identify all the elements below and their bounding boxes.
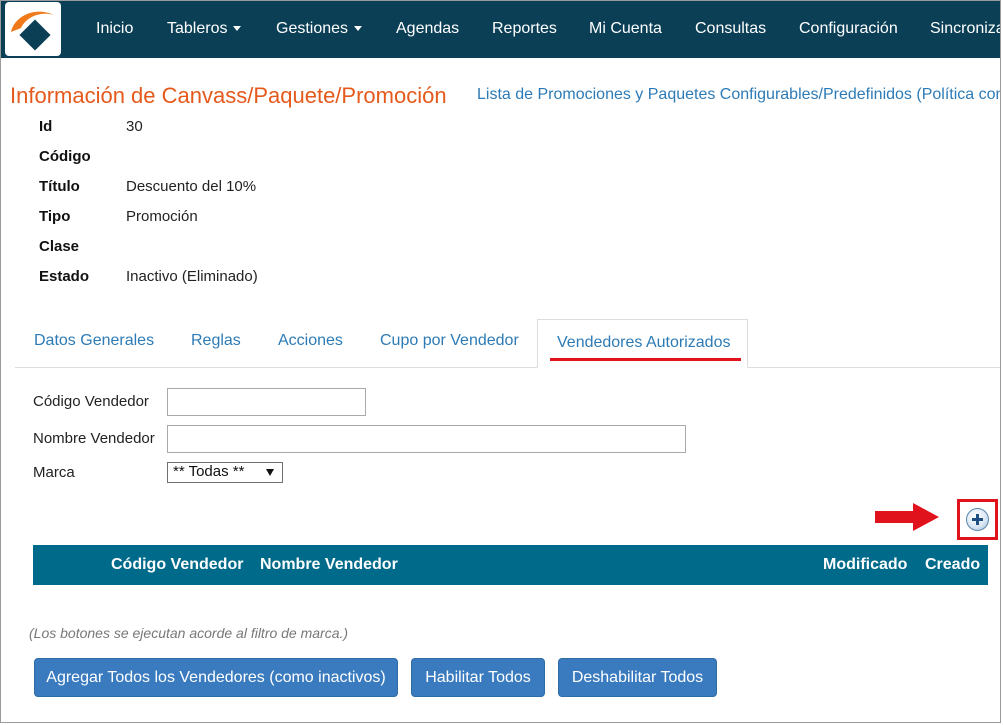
nombre-vendedor-input[interactable] (167, 425, 686, 453)
col-modificado[interactable]: Modificado (823, 556, 907, 574)
codigo-vendedor-input[interactable] (167, 388, 366, 416)
active-tab-underline (550, 358, 741, 361)
red-arrow-icon (875, 511, 915, 523)
tab-vendedores-autorizados[interactable]: Vendedores Autorizados (537, 319, 748, 368)
dropdown-arrow-icon (266, 469, 274, 476)
nav-reportes[interactable]: Reportes (492, 1, 557, 58)
nav-agendas[interactable]: Agendas (396, 1, 459, 58)
nav-sincroniza[interactable]: Sincroniza (930, 1, 1001, 58)
nav-reportes-label: Reportes (492, 20, 557, 37)
nav-configuracion-label: Configuración (799, 20, 898, 37)
nav-mi-cuenta[interactable]: Mi Cuenta (589, 1, 662, 58)
promotions-list-link[interactable]: Lista de Promociones y Paquetes Configur… (477, 86, 1000, 104)
add-all-vendors-button[interactable]: Agregar Todos los Vendedores (como inact… (34, 658, 398, 697)
tipo-value: Promoción (126, 208, 198, 225)
codigo-vendedor-label: Código Vendedor (33, 393, 149, 410)
marca-select-value: ** Todas ** (173, 463, 245, 480)
nav-tableros-label: Tableros (167, 20, 228, 37)
add-vendor-button[interactable] (966, 508, 989, 531)
tab-acciones[interactable]: Acciones (278, 332, 343, 350)
nav-mi-cuenta-label: Mi Cuenta (589, 20, 662, 37)
nav-gestiones[interactable]: Gestiones (276, 1, 363, 58)
tab-vendedores-autorizados-label: Vendedores Autorizados (557, 334, 731, 351)
marca-select[interactable]: ** Todas ** (167, 462, 283, 483)
enable-all-button[interactable]: Habilitar Todos (411, 658, 545, 697)
col-codigo-vendedor[interactable]: Código Vendedor (111, 556, 243, 574)
app-window: Inicio Tableros Gestiones Agendas Report… (0, 0, 1001, 723)
nav-gestiones-label: Gestiones (276, 20, 349, 37)
marca-label: Marca (33, 464, 75, 481)
chevron-down-icon (354, 26, 363, 32)
clase-label: Clase (39, 238, 80, 255)
nav-tableros[interactable]: Tableros (167, 1, 242, 58)
nav-agendas-label: Agendas (396, 20, 460, 37)
titulo-value: Descuento del 10% (126, 178, 257, 195)
vendors-table-header: Código Vendedor Nombre Vendedor Modifica… (33, 545, 988, 585)
nav-consultas-label: Consultas (695, 20, 767, 37)
nav-inicio-label: Inicio (96, 20, 134, 37)
page-title: Información de Canvass/Paquete/Promoción (10, 83, 447, 108)
nav-configuracion[interactable]: Configuración (799, 1, 898, 58)
col-creado[interactable]: Creado (925, 556, 980, 574)
top-navbar: Inicio Tableros Gestiones Agendas Report… (1, 1, 1001, 58)
nav-inicio[interactable]: Inicio (96, 1, 133, 58)
nav-consultas[interactable]: Consultas (695, 1, 766, 58)
tab-cupo-por-vendedor[interactable]: Cupo por Vendedor (380, 332, 519, 350)
nombre-vendedor-label: Nombre Vendedor (33, 430, 155, 447)
titulo-label: Título (39, 178, 80, 195)
tab-reglas[interactable]: Reglas (191, 332, 241, 350)
id-label: Id (39, 118, 53, 135)
nav-sincroniza-label: Sincroniza (930, 20, 1001, 37)
estado-label: Estado (39, 268, 90, 285)
codigo-label: Código (39, 148, 91, 165)
tipo-label: Tipo (39, 208, 71, 225)
chevron-down-icon (233, 26, 242, 32)
id-value: 30 (126, 118, 143, 135)
plus-icon-vertical (976, 514, 979, 525)
col-nombre-vendedor[interactable]: Nombre Vendedor (260, 556, 398, 574)
red-arrow-head-icon (913, 503, 939, 531)
disable-all-button[interactable]: Deshabilitar Todos (558, 658, 717, 697)
brand-filter-note: (Los botones se ejecutan acorde al filtr… (29, 625, 349, 641)
tab-divider (15, 367, 1000, 368)
company-logo[interactable] (5, 2, 61, 56)
tab-datos-generales[interactable]: Datos Generales (34, 332, 154, 350)
estado-value: Inactivo (Eliminado) (126, 268, 258, 285)
